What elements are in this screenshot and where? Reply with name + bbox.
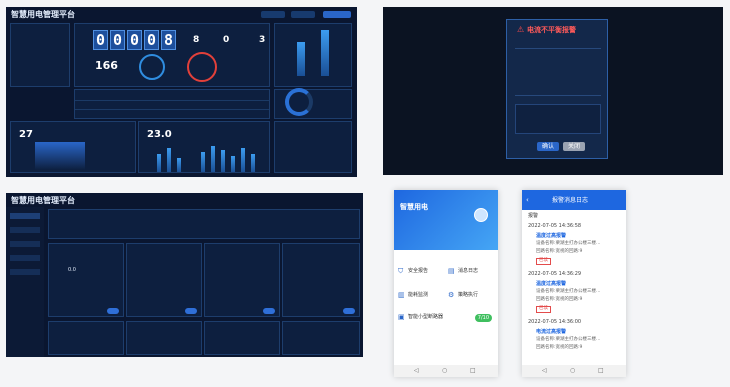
alarm-list-card xyxy=(274,121,352,173)
chart-icon: ▥ xyxy=(398,291,405,299)
menu-label: 能耗监测 xyxy=(408,292,429,298)
circuit-tile xyxy=(48,243,124,317)
circuit-tile xyxy=(282,321,360,355)
phone-alarm-log-screen: ‹ 报警消息日志 报警 2022-07-05 14:36:58 温度过高报警 设… xyxy=(522,190,626,377)
menu-item[interactable]: ⛉ 安全报告 xyxy=(398,266,444,278)
document-icon: ▤ xyxy=(448,267,455,275)
status-badge: 已读 xyxy=(536,306,551,313)
header-buttons xyxy=(261,11,351,19)
phone-home-screen: 智慧用电 ⛉ 安全报告 ▤ 消息日志 ▥ 能耗监测 ⚙ 策略执行 ▣ 智能小型断… xyxy=(394,190,498,377)
center-summary-card: 0 0 0 0 8 8 0 3 166 xyxy=(74,23,270,87)
counter-digit: 0 xyxy=(127,30,142,50)
log-entry[interactable]: 2022-07-05 14:36:58 温度过高报警 设备名称:栗湖主打办公楼三… xyxy=(522,224,626,268)
counter-digit: 0 xyxy=(110,30,125,50)
amount-value: 166 xyxy=(95,59,118,72)
menu-label: 智能小型断路器 xyxy=(408,314,444,320)
recent-icon[interactable]: □ xyxy=(598,368,604,374)
chart-bar xyxy=(297,42,305,76)
sidebar-item[interactable] xyxy=(10,241,40,247)
nav-bar: ◁ ○ □ xyxy=(522,365,626,377)
circuit-tile xyxy=(126,321,202,355)
trend-area xyxy=(35,142,85,170)
metric-value: 27 xyxy=(19,129,33,140)
shield-icon: ⛉ xyxy=(398,267,404,275)
alarm-dialog-panel: ⚠ 电流不平衡报警 确认 关闭 xyxy=(383,7,723,175)
breaker-icon: ▣ xyxy=(398,313,405,321)
nav-bar: ◁ ○ □ xyxy=(394,365,498,377)
menu-item[interactable]: ▤ 消息日志 xyxy=(448,266,494,278)
menu-label: 策略执行 xyxy=(458,292,479,298)
menu-item[interactable]: ▣ 智能小型断路器 7/10 xyxy=(398,312,494,324)
menu-item[interactable]: ⚙ 策略执行 xyxy=(448,290,494,302)
back-icon[interactable]: ◁ xyxy=(542,368,547,374)
sidebar-item[interactable] xyxy=(10,255,40,261)
header-button[interactable] xyxy=(261,11,285,18)
menu-label: 消息日志 xyxy=(458,268,479,274)
log-header: ‹ 报警消息日志 xyxy=(522,190,626,210)
stat-value: 8 xyxy=(193,35,200,45)
bar-chart-card: 23.0 xyxy=(138,121,270,173)
breaker-dashboard-panel: 智慧用电管理平台 0.0 xyxy=(6,193,363,357)
tile-value: 0.0 xyxy=(68,267,76,273)
page-title: 报警消息日志 xyxy=(552,197,589,204)
menu-item[interactable]: ▥ 能耗监测 xyxy=(398,290,444,302)
left-summary-card xyxy=(10,23,70,87)
dialog-title: 电流不平衡报警 xyxy=(527,26,576,34)
gauge-ring xyxy=(139,54,165,80)
trend-card: 27 xyxy=(10,121,136,173)
status-badge: 已读 xyxy=(536,258,551,265)
sidebar-item[interactable] xyxy=(10,269,40,275)
device-info-card xyxy=(48,209,360,239)
confirm-button[interactable]: 确认 xyxy=(537,142,559,151)
menu-label: 安全报告 xyxy=(408,268,429,274)
section-title: 报警 xyxy=(528,213,539,219)
right-chart-card xyxy=(274,23,352,87)
back-arrow-icon[interactable]: ‹ xyxy=(526,197,529,204)
home-icon[interactable]: ○ xyxy=(570,368,575,374)
stat-value: 3 xyxy=(259,35,266,45)
counter-digit: 0 xyxy=(93,30,108,50)
header-button[interactable] xyxy=(291,11,315,18)
dashboard-title: 智慧用电管理平台 xyxy=(11,196,75,205)
circuit-tile xyxy=(48,321,124,355)
counter-digit: 0 xyxy=(144,30,159,50)
alarm-icon: ⚠ xyxy=(517,25,525,34)
sidebar-item[interactable] xyxy=(10,213,40,219)
recent-icon[interactable]: □ xyxy=(470,368,476,374)
close-button[interactable]: 关闭 xyxy=(563,142,585,151)
circuit-tile xyxy=(204,243,280,317)
settings-icon: ⚙ xyxy=(448,291,455,299)
alarm-ring xyxy=(187,52,217,82)
circuit-tile xyxy=(126,243,202,317)
app-title: 智慧用电 xyxy=(400,203,428,211)
event-table xyxy=(74,89,270,119)
back-icon[interactable]: ◁ xyxy=(414,368,419,374)
sidebar xyxy=(6,207,44,357)
dialog-box: ⚠ 电流不平衡报警 确认 关闭 xyxy=(506,19,608,159)
chart-bar xyxy=(321,30,329,76)
home-icon[interactable]: ○ xyxy=(442,368,447,374)
avatar[interactable] xyxy=(474,208,488,222)
log-entry[interactable]: 2022-07-05 14:36:29 温度过高报警 设备名称:栗湖主打办公楼三… xyxy=(522,272,626,316)
sidebar-item[interactable] xyxy=(10,227,40,233)
donut-chart xyxy=(285,88,313,116)
log-entry[interactable]: 2022-07-05 14:36:00 电流过高报警 设备名称:栗湖主打办公楼三… xyxy=(522,320,626,360)
counter-digit: 8 xyxy=(161,30,176,50)
stat-value: 0 xyxy=(223,35,230,45)
circuit-tile xyxy=(282,243,360,317)
header-button[interactable] xyxy=(323,11,351,18)
app-banner: 智慧用电 xyxy=(394,190,498,250)
metric-value: 23.0 xyxy=(147,129,172,140)
dashboard-title: 智慧用电管理平台 xyxy=(11,10,75,19)
dashboard-overview-panel: 智慧用电管理平台 0 0 0 0 8 8 0 3 166 27 23.0 xyxy=(6,7,357,177)
count-badge: 7/10 xyxy=(474,314,492,322)
donut-card xyxy=(274,88,352,119)
circuit-tile xyxy=(204,321,280,355)
